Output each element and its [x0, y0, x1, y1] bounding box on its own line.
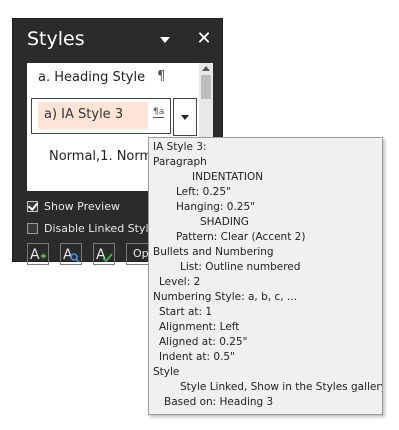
close-pane-button[interactable]: ✕ [195, 29, 213, 49]
style-item-label: a) IA Style 3 [44, 107, 124, 122]
style-description-tooltip: IA Style 3: Paragraph INDENTATION Left: … [148, 137, 383, 415]
tooltip-style-linked: Style Linked, Show in the Styles gallery [180, 381, 383, 393]
manage-styles-icon: A [96, 247, 113, 263]
show-preview-checkbox[interactable]: Show Preview [27, 198, 120, 214]
disable-linked-styles-label: Disable Linked Style [44, 221, 156, 235]
checkbox-unchecked-icon[interactable] [27, 222, 38, 234]
scroll-thumb[interactable] [201, 75, 211, 99]
checkbox-checked-icon[interactable] [27, 199, 39, 212]
tooltip-based-on: Based on: Heading 3 [164, 396, 274, 408]
style-item-ia-style-3[interactable]: a) IA Style 3 ¶a [31, 98, 171, 134]
chevron-down-icon [160, 37, 170, 43]
linked-style-icon: ¶a [153, 107, 165, 118]
style-item-label: a. Heading Style [38, 70, 146, 85]
disable-linked-styles-checkbox[interactable]: Disable Linked Style [27, 220, 155, 236]
pane-options-menu-button[interactable] [158, 33, 172, 47]
close-icon: ✕ [196, 28, 212, 49]
tooltip-alignment: Alignment: Left [159, 321, 240, 333]
tooltip-section-bullets: Bullets and Numbering [153, 246, 274, 258]
svg-text:A: A [30, 247, 40, 263]
tooltip-style-name: IA Style 3: [153, 141, 207, 153]
tooltip-aligned-at: Aligned at: 0.25" [159, 336, 248, 348]
tooltip-section-style: Style [153, 366, 180, 378]
chevron-down-icon [181, 114, 189, 120]
scroll-up-arrow-icon[interactable] [202, 66, 210, 71]
new-style-button[interactable]: A [27, 243, 49, 265]
style-inspector-icon: A [63, 247, 80, 263]
tooltip-indent-at: Indent at: 0.5" [159, 351, 235, 363]
tooltip-list-level: Level: 2 [159, 276, 201, 288]
pane-title: Styles [27, 28, 85, 50]
new-style-icon: A [30, 247, 46, 263]
style-inspector-button[interactable]: A [60, 243, 82, 265]
tooltip-start-at: Start at: 1 [159, 306, 213, 318]
tooltip-list-type: List: Outline numbered [180, 261, 301, 273]
tooltip-shading-pattern: Pattern: Clear (Accent 2) [176, 231, 306, 243]
style-item-heading-style[interactable]: a. Heading Style ¶ [27, 63, 199, 93]
tooltip-shading-heading: SHADING [200, 216, 249, 228]
tooltip-indent-left: Left: 0.25" [176, 186, 231, 198]
show-preview-label: Show Preview [44, 199, 120, 213]
tooltip-indent-hanging: Hanging: 0.25" [176, 201, 255, 213]
tooltip-section-paragraph: Paragraph [153, 156, 207, 168]
tooltip-indentation-heading: INDENTATION [192, 171, 264, 183]
style-item-label: Normal,1. Norm [49, 149, 153, 164]
style-item-dropdown-button[interactable] [173, 98, 197, 136]
paragraph-style-icon: ¶ [157, 69, 166, 84]
tooltip-numbering-style: Numbering Style: a, b, c, ... [153, 291, 297, 303]
manage-styles-button[interactable]: A [93, 243, 115, 265]
